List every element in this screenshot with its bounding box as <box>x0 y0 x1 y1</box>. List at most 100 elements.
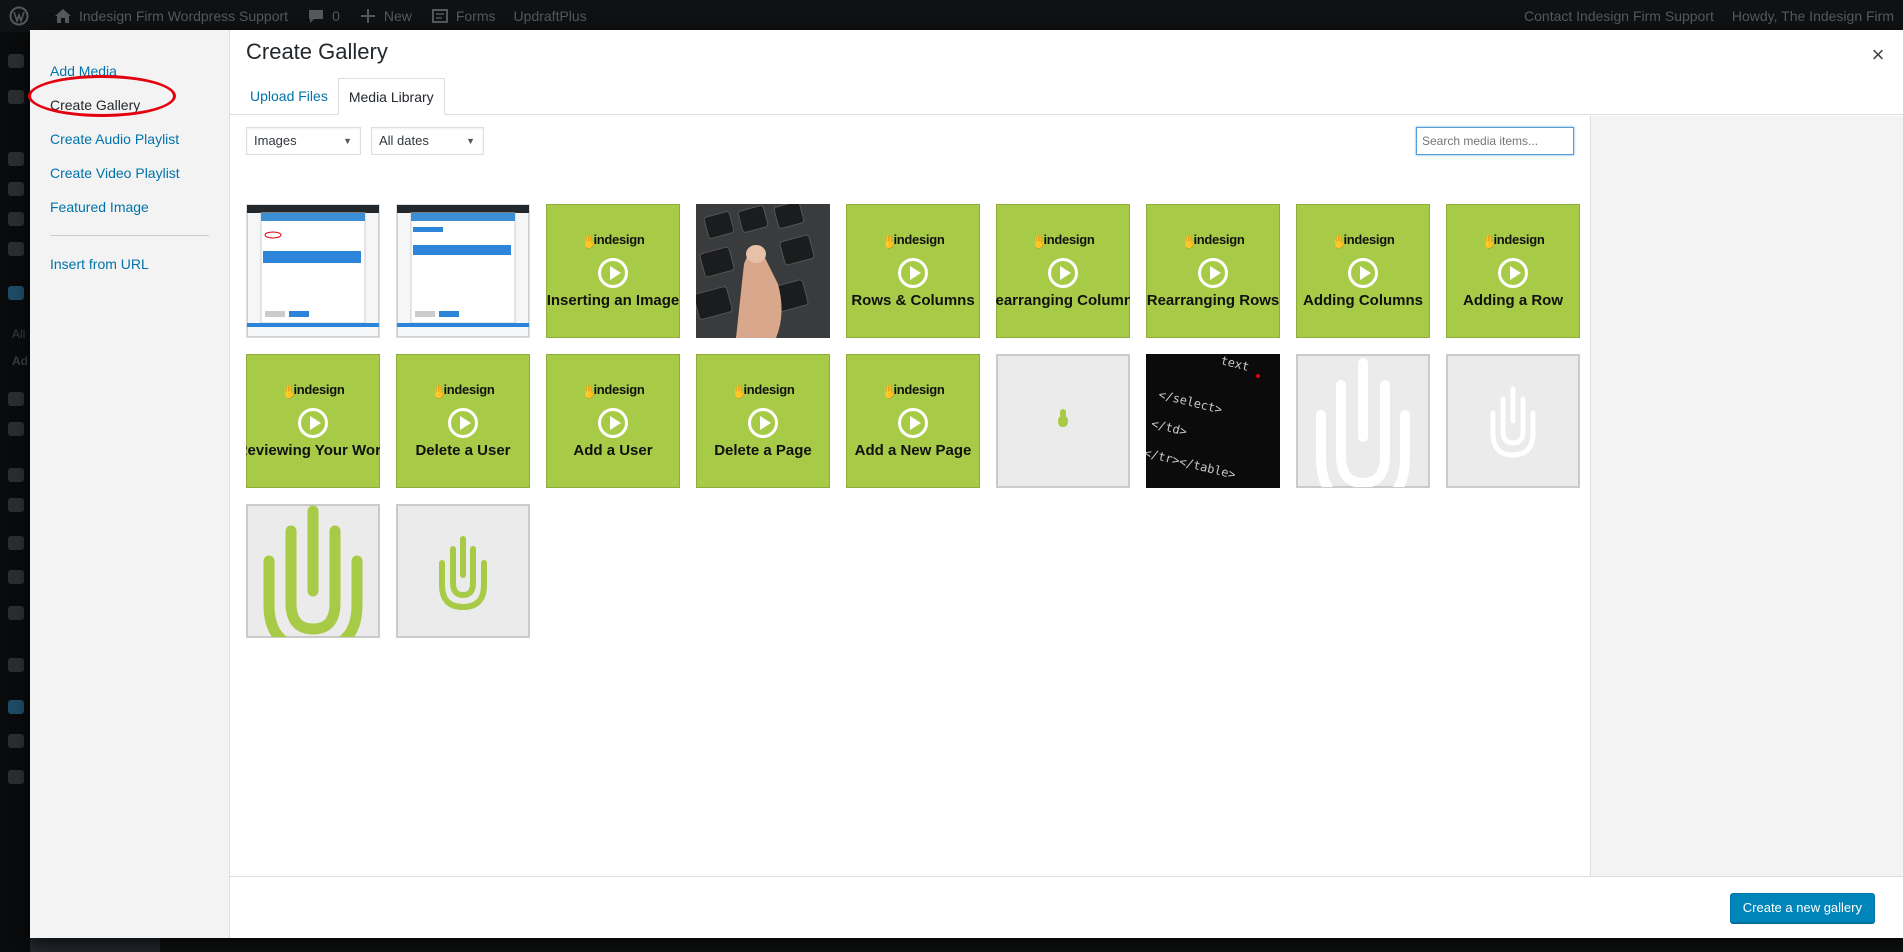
media-type-filter[interactable]: Images ▼ <box>246 127 361 155</box>
updraft-label: UpdraftPlus <box>513 8 587 24</box>
video-thumbnail[interactable]: ✋indesign Reviewing Your Work <box>246 354 380 488</box>
comment-menu-icon <box>8 392 24 406</box>
hand-logo-icon <box>439 536 487 611</box>
hand-logo-icon: ✋ <box>431 384 448 399</box>
appearance-icon <box>8 468 24 482</box>
media-frame-menu: Add Media Create Gallery Create Audio Pl… <box>28 30 230 938</box>
palette-icon <box>8 182 24 196</box>
new-label: New <box>383 8 412 24</box>
tools-icon <box>8 570 24 584</box>
home-icon <box>55 9 71 23</box>
video-title: Adding a Row <box>1463 292 1563 309</box>
video-thumbnail[interactable]: ✋indesign Delete a Page <box>696 354 830 488</box>
updraft-menu[interactable]: UpdraftPlus <box>505 0 596 32</box>
create-new-gallery-button[interactable]: Create a new gallery <box>1729 893 1875 923</box>
attachment-thumbnail[interactable] <box>1446 354 1580 488</box>
video-thumbnail[interactable]: ✋indesign Add a New Page <box>846 354 980 488</box>
tab-upload-files[interactable]: Upload Files <box>240 78 338 114</box>
brand-logo: ✋indesign <box>1181 232 1245 249</box>
search-input[interactable] <box>1416 127 1574 155</box>
video-thumbnail[interactable]: ✋indesign Delete a User <box>396 354 530 488</box>
close-button[interactable]: × <box>1853 30 1903 80</box>
chart-icon <box>8 422 24 436</box>
hand-logo-icon <box>1316 358 1410 487</box>
brand-logo: ✋indesign <box>431 382 495 399</box>
screenshot-thumbnail <box>247 205 379 327</box>
admin-bar: Indesign Firm Wordpress Support 0 New Fo… <box>0 0 1903 32</box>
brand-logo: ✋indesign <box>281 382 345 399</box>
attachment-details-sidebar <box>1590 116 1903 876</box>
dashboard-icon <box>8 54 24 68</box>
menu-item-create-audio-playlist[interactable]: Create Audio Playlist <box>30 122 229 156</box>
video-thumbnail[interactable]: ✋indesign Rearranging Columns <box>996 204 1130 338</box>
side-menu-label-all: All <box>12 327 26 341</box>
page-bottom-strip <box>160 938 1903 952</box>
media-type-value: Images <box>254 133 297 148</box>
site-name-menu[interactable]: Indesign Firm Wordpress Support <box>44 0 297 32</box>
date-filter[interactable]: All dates ▼ <box>371 127 484 155</box>
video-title: Inserting an Image <box>546 292 680 309</box>
media-frame-toolbar: Create a new gallery <box>230 876 1903 938</box>
menu-item-add-media[interactable]: Add Media <box>30 54 229 88</box>
video-thumbnail[interactable]: ✋indesign Rearranging Rows <box>1146 204 1280 338</box>
contact-support-link[interactable]: Contact Indesign Firm Support <box>1515 0 1723 32</box>
play-icon <box>1348 258 1378 288</box>
hand-logo-icon: ✋ <box>1031 234 1048 249</box>
admin-side-menu: All Ad <box>0 32 30 952</box>
attachment-thumbnail[interactable] <box>246 504 380 638</box>
play-icon <box>298 408 328 438</box>
attachment-thumbnail[interactable] <box>396 504 530 638</box>
hand-logo-icon <box>1490 386 1536 458</box>
puzzle-icon <box>8 212 24 226</box>
video-title: Delete a Page <box>714 442 812 459</box>
tab-media-library[interactable]: Media Library <box>337 78 445 115</box>
plugins-icon <box>8 498 24 512</box>
my-account-menu[interactable]: Howdy, The Indesign Firm <box>1723 0 1903 32</box>
users-icon <box>8 536 24 550</box>
caret-down-icon: ▼ <box>343 136 352 146</box>
attachments-browser: Images ▼ All dates ▼ Search media items.… <box>230 116 1590 876</box>
code-photo: text </select> </td> </tr></table> <box>1146 354 1280 488</box>
video-thumbnail[interactable]: ✋indesign Add a User <box>546 354 680 488</box>
hand-logo-icon <box>263 505 363 637</box>
attachment-thumbnail[interactable]: text </select> </td> </tr></table> <box>1146 354 1280 488</box>
attachment-thumbnail[interactable] <box>396 204 530 338</box>
video-title: Rows & Columns <box>851 292 975 309</box>
video-title: Add a New Page <box>854 442 972 459</box>
play-icon <box>448 408 478 438</box>
video-thumbnail[interactable]: ✋indesign Inserting an Image <box>546 204 680 338</box>
attachment-thumbnail[interactable] <box>996 354 1130 488</box>
menu-item-featured-image[interactable]: Featured Image <box>30 190 229 224</box>
menu-item-insert-from-url[interactable]: Insert from URL <box>30 247 229 281</box>
wp-logo-menu[interactable] <box>0 0 44 32</box>
hand-logo-icon: ✋ <box>581 234 598 249</box>
attachment-thumbnail[interactable] <box>246 204 380 338</box>
video-thumbnail[interactable]: ✋indesign Adding Columns <box>1296 204 1430 338</box>
brand-logo: ✋indesign <box>1031 232 1095 249</box>
media-router: Upload Files Media Library <box>230 78 1903 115</box>
video-thumbnail[interactable]: ✋indesign Adding a Row <box>1446 204 1580 338</box>
menu-item-create-gallery[interactable]: Create Gallery <box>30 88 229 122</box>
attachment-thumbnail[interactable] <box>696 204 830 338</box>
play-icon <box>598 408 628 438</box>
settings-icon <box>8 90 24 104</box>
hand-logo-icon: ✋ <box>281 384 298 399</box>
brand-logo: ✋indesign <box>881 382 945 399</box>
play-icon <box>1048 258 1078 288</box>
close-icon: × <box>1871 42 1885 67</box>
menu-item-create-video-playlist[interactable]: Create Video Playlist <box>30 156 229 190</box>
hand-logo-icon: ✋ <box>581 384 598 399</box>
video-title: Delete a User <box>415 442 511 459</box>
media-toolbar: Images ▼ All dates ▼ <box>246 127 484 155</box>
hand-logo-icon: ✋ <box>881 384 898 399</box>
layers-icon <box>8 700 24 714</box>
media-frame-title: Create Gallery <box>230 30 1903 74</box>
video-thumbnail[interactable]: ✋indesign Rows & Columns <box>846 204 980 338</box>
new-content-menu[interactable]: New <box>349 0 421 32</box>
brand-logo: ✋indesign <box>881 232 945 249</box>
forms-menu[interactable]: Forms <box>421 0 505 32</box>
hand-logo-icon: ✋ <box>1181 234 1198 249</box>
hand-logo-icon: ✋ <box>881 234 898 249</box>
attachment-thumbnail[interactable] <box>1296 354 1430 488</box>
comments-menu[interactable]: 0 <box>297 0 349 32</box>
